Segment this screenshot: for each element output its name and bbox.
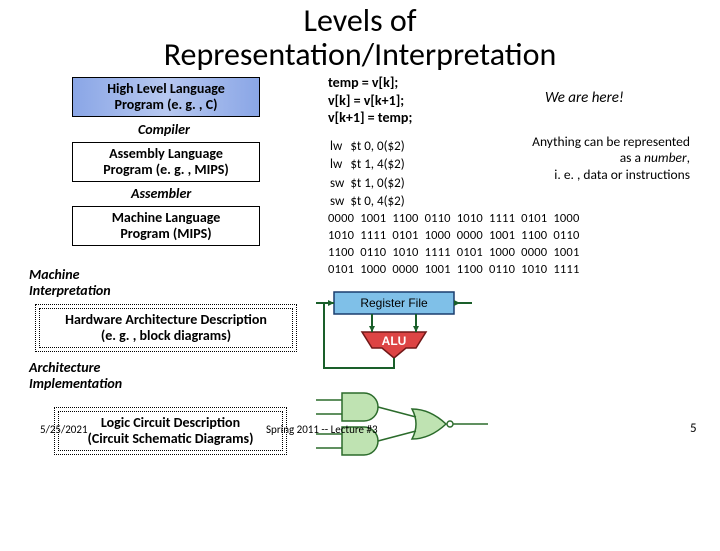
asm-row: sw$t 1, 0($2) (330, 176, 409, 192)
title-line1: Levels of (0, 4, 720, 38)
label-assembler: Assembler (131, 185, 191, 202)
box-lc-l1: Logic Circuit Description (63, 415, 278, 431)
note-l2: as a number, (470, 150, 690, 166)
box-lc: Logic Circuit Description (Circuit Schem… (58, 411, 283, 451)
c-l3: v[k+1] = temp; (328, 109, 412, 127)
asm-row: lw$t 0, 0($2) (330, 139, 409, 155)
box-hll: High Level Language Program (e. g. , C) (72, 77, 260, 117)
slide-body: High Level Language Program (e. g. , C) … (0, 71, 720, 551)
box-asm: Assembly Language Program (e. g. , MIPS) (72, 142, 260, 182)
box-asm-l1: Assembly Language (77, 146, 255, 162)
asm-table: lw$t 0, 0($2) lw$t 1, 4($2) sw$t 1, 0($2… (328, 137, 411, 212)
note-l1: Anything can be represented (470, 134, 690, 150)
we-are-here: We are here! (545, 89, 624, 107)
alu-text: ALU (382, 334, 407, 348)
box-ml: Machine Language Program (MIPS) (72, 206, 260, 246)
box-hw: Hardware Architecture Description (e. g.… (39, 308, 293, 348)
box-hll-l1: High Level Language (77, 81, 255, 97)
note-l3: i. e. , data or instructions (470, 167, 690, 183)
box-asm-l2: Program (e. g. , MIPS) (77, 162, 255, 178)
label-arch-impl: Architecture Implementation (29, 360, 122, 392)
title-line2: Representation/Interpretation (0, 38, 720, 72)
ai-l2: Implementation (29, 376, 122, 392)
label-machine-interp: Machine Interpretation (29, 267, 111, 299)
box-lc-l2: (Circuit Schematic Diagrams) (63, 431, 278, 447)
box-hw-l1: Hardware Architecture Description (44, 312, 288, 328)
mi-l1: Machine (29, 267, 111, 283)
box-hll-l2: Program (e. g. , C) (77, 97, 255, 113)
footer-date: 5/25/2021 (40, 423, 88, 436)
note-number: Anything can be represented as a number,… (470, 134, 690, 183)
mi-l2: Interpretation (29, 283, 111, 299)
binary-block: 0000 1001 1100 0110 1010 1111 0101 1000 … (328, 211, 580, 279)
block-diagram: Register File ALU (312, 288, 492, 378)
label-compiler: Compiler (138, 121, 190, 138)
c-l1: temp = v[k]; (328, 74, 412, 92)
box-ml-l2: Program (MIPS) (77, 226, 255, 242)
c-l2: v[k] = v[k+1]; (328, 92, 412, 110)
asm-row: lw$t 1, 4($2) (330, 157, 409, 173)
footer-center: Spring 2011 -- Lecture #3 (266, 423, 378, 436)
footer-page: 5 (690, 421, 697, 436)
box-hw-l2: (e. g. , block diagrams) (44, 328, 288, 344)
regfile-text: Register File (360, 296, 428, 310)
c-code: temp = v[k]; v[k] = v[k+1]; v[k+1] = tem… (328, 74, 412, 127)
ai-l1: Architecture (29, 360, 122, 376)
box-ml-l1: Machine Language (77, 210, 255, 226)
asm-row: sw$t 0, 4($2) (330, 194, 409, 210)
